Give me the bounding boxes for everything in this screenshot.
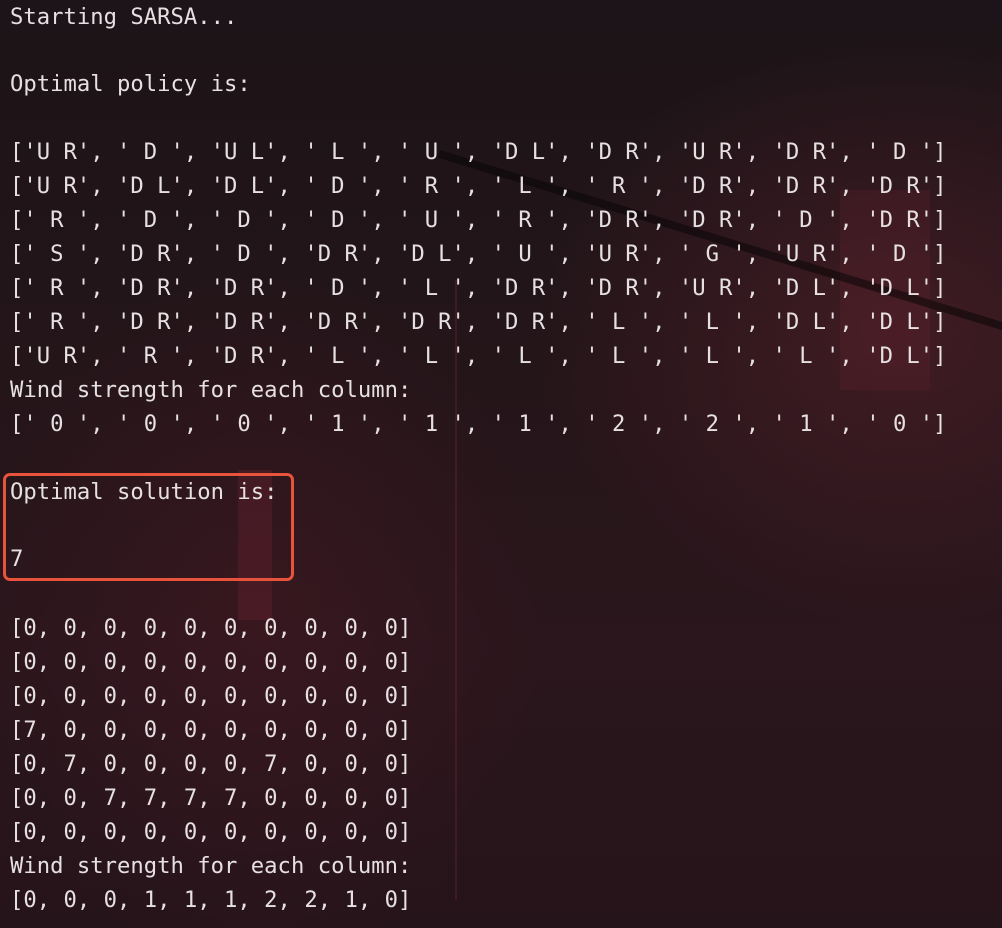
- policy-row: [' R ', 'D R', 'D R', 'D R', 'D R', 'D R…: [10, 309, 947, 335]
- policy-row: ['U R', ' R ', 'D R', ' L ', ' L ', ' L …: [10, 343, 947, 369]
- policy-row: [' R ', ' D ', ' D ', ' D ', ' U ', ' R …: [10, 207, 947, 233]
- solution-row: [0, 0, 0, 0, 0, 0, 0, 0, 0, 0]: [10, 615, 412, 641]
- policy-row: ['U R', 'D L', 'D L', ' D ', ' R ', ' L …: [10, 173, 947, 199]
- policy-row: [' R ', 'D R', 'D R', ' D ', ' L ', 'D R…: [10, 275, 947, 301]
- solution-wind-heading: Wind strength for each column:: [10, 853, 412, 879]
- solution-heading: Optimal solution is:: [10, 479, 278, 505]
- policy-row: [' S ', 'D R', ' D ', 'D R', 'D L', ' U …: [10, 241, 947, 267]
- solution-row: [0, 0, 0, 0, 0, 0, 0, 0, 0, 0]: [10, 649, 412, 675]
- solution-row: [0, 0, 0, 0, 0, 0, 0, 0, 0, 0]: [10, 819, 412, 845]
- policy-heading: Optimal policy is:: [10, 71, 251, 97]
- solution-row: [7, 0, 0, 0, 0, 0, 0, 0, 0, 0]: [10, 717, 412, 743]
- policy-wind-heading: Wind strength for each column:: [10, 377, 412, 403]
- policy-row: ['U R', ' D ', 'U L', ' L ', ' U ', 'D L…: [10, 139, 947, 165]
- solution-wind-values: [0, 0, 0, 1, 1, 1, 2, 2, 1, 0]: [10, 887, 412, 913]
- solution-row: [0, 0, 0, 0, 0, 0, 0, 0, 0, 0]: [10, 683, 412, 709]
- terminal-window[interactable]: Starting SARSA... Optimal policy is: ['U…: [0, 0, 1002, 928]
- background-vertical-line: [455, 280, 457, 900]
- start-message: Starting SARSA...: [10, 4, 238, 30]
- solution-value: 7: [10, 546, 24, 572]
- solution-row: [0, 0, 7, 7, 7, 7, 0, 0, 0, 0]: [10, 785, 412, 811]
- policy-wind-values: [' 0 ', ' 0 ', ' 0 ', ' 1 ', ' 1 ', ' 1 …: [10, 411, 947, 437]
- solution-row: [0, 7, 0, 0, 0, 0, 7, 0, 0, 0]: [10, 751, 412, 777]
